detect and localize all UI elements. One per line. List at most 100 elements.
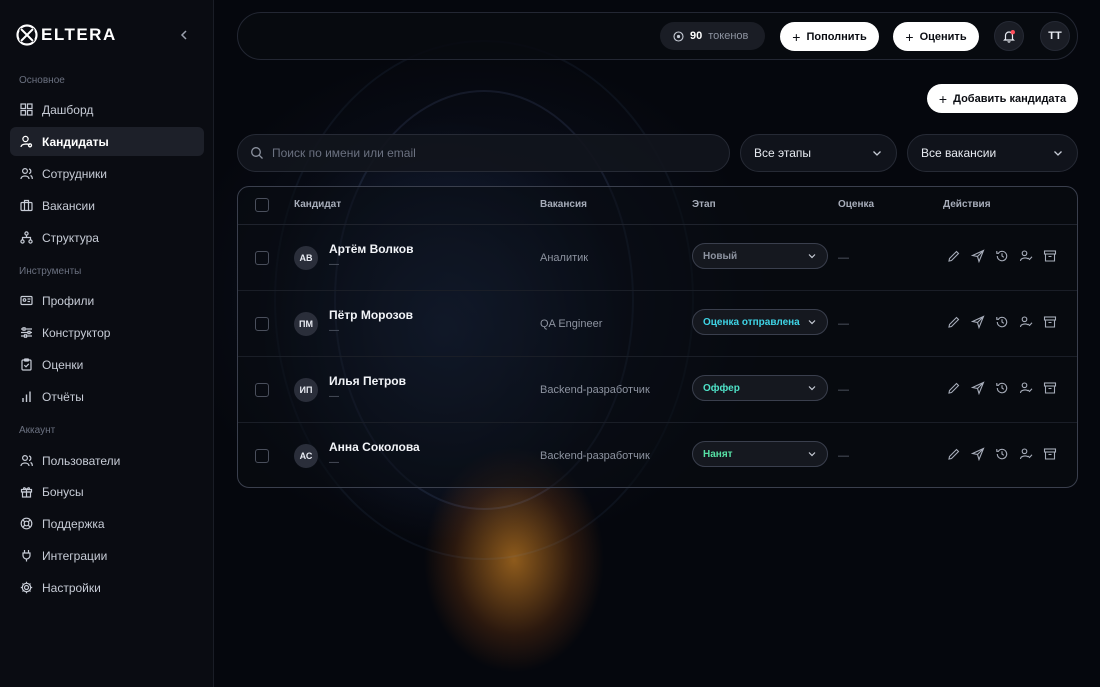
- avatar-initials: TT: [1048, 30, 1062, 42]
- sidebar-item-label: Настройки: [42, 580, 101, 595]
- stage-select[interactable]: Оффер: [692, 375, 828, 401]
- chevron-down-icon: [808, 386, 816, 391]
- sidebar-item-integrations[interactable]: Интеграции: [10, 541, 204, 570]
- stage-select[interactable]: Новый: [692, 243, 828, 269]
- history-button[interactable]: [995, 447, 1009, 461]
- send-button[interactable]: [971, 249, 985, 263]
- token-balance[interactable]: 90 токенов: [660, 22, 765, 50]
- search-input[interactable]: [272, 146, 692, 160]
- edit-button[interactable]: [947, 315, 961, 329]
- row-checkbox[interactable]: [255, 317, 269, 331]
- assign-button[interactable]: [1019, 249, 1033, 263]
- select-all-checkbox[interactable]: [255, 198, 269, 212]
- send-button[interactable]: [971, 447, 985, 461]
- sidebar-item-structure[interactable]: Структура: [10, 223, 204, 252]
- history-icon: [996, 448, 1008, 460]
- add-candidate-button[interactable]: + Добавить кандидата: [927, 84, 1078, 113]
- table-row[interactable]: АВ Артём Волков — Аналитик Новый —: [238, 225, 1077, 291]
- edit-button[interactable]: [947, 381, 961, 395]
- history-button[interactable]: [995, 381, 1009, 395]
- sidebar-item-label: Интеграции: [42, 548, 108, 563]
- evaluate-label: Оценить: [919, 30, 967, 43]
- assign-button[interactable]: [1019, 381, 1033, 395]
- vacancy-filter-select[interactable]: Все вакансии: [907, 134, 1078, 172]
- table-row[interactable]: ПМ Пётр Морозов — QA Engineer Оценка отп…: [238, 291, 1077, 357]
- stage-select[interactable]: Нанят: [692, 441, 828, 467]
- sidebar-item-constructor[interactable]: Конструктор: [10, 318, 204, 347]
- sidebar-item-label: Оценки: [42, 357, 84, 372]
- row-actions: [947, 249, 1057, 263]
- users-icon: [20, 454, 33, 467]
- column-header-vacancy[interactable]: Вакансия: [540, 199, 587, 210]
- logo-icon: [16, 24, 38, 46]
- section-title-main: Основное: [19, 75, 65, 86]
- row-checkbox[interactable]: [255, 449, 269, 463]
- vacancy-filter-value: Все вакансии: [921, 146, 997, 160]
- stage-label: Новый: [703, 250, 738, 262]
- archive-icon: [1043, 382, 1057, 394]
- sidebar-item-candidates[interactable]: Кандидаты: [10, 127, 204, 156]
- vacancy-name: QA Engineer: [540, 318, 603, 330]
- candidate-name[interactable]: Пётр Морозов: [329, 308, 413, 322]
- edit-button[interactable]: [947, 447, 961, 461]
- sliders-icon: [21, 327, 32, 338]
- candidate-name[interactable]: Илья Петров: [329, 374, 406, 388]
- grid-icon: [20, 103, 33, 116]
- bell-icon: [1003, 30, 1015, 43]
- sidebar-item-users[interactable]: Пользователи: [10, 446, 204, 475]
- sidebar-item-vacancies[interactable]: Вакансии: [10, 191, 204, 220]
- column-header-stage[interactable]: Этап: [692, 199, 716, 210]
- archive-button[interactable]: [1043, 381, 1057, 395]
- user-avatar-button[interactable]: TT: [1040, 21, 1070, 51]
- sidebar-item-dashboard[interactable]: Дашборд: [10, 95, 204, 124]
- briefcase-icon: [20, 199, 33, 212]
- table-row[interactable]: ИП Илья Петров — Backend-разработчик Офф…: [238, 357, 1077, 423]
- send-button[interactable]: [971, 381, 985, 395]
- sidebar-item-bonuses[interactable]: Бонусы: [10, 477, 204, 506]
- sidebar-item-employees[interactable]: Сотрудники: [10, 159, 204, 188]
- table-row[interactable]: АС Анна Соколова — Backend-разработчик Н…: [238, 423, 1077, 487]
- plus-icon: +: [792, 28, 801, 45]
- candidate-email: —: [329, 457, 339, 468]
- candidate-name[interactable]: Анна Соколова: [329, 440, 420, 454]
- send-button[interactable]: [971, 315, 985, 329]
- history-button[interactable]: [995, 315, 1009, 329]
- sidebar-item-assessments[interactable]: Оценки: [10, 350, 204, 379]
- sidebar-item-reports[interactable]: Отчёты: [10, 382, 204, 411]
- sidebar-item-label: Структура: [42, 230, 99, 245]
- stage-filter-select[interactable]: Все этапы: [740, 134, 897, 172]
- evaluate-button[interactable]: + Оценить: [893, 22, 979, 51]
- archive-icon: [1043, 250, 1057, 262]
- topup-button[interactable]: + Пополнить: [780, 22, 879, 51]
- stage-label: Нанят: [703, 448, 733, 460]
- row-checkbox[interactable]: [255, 383, 269, 397]
- column-header-score[interactable]: Оценка: [838, 199, 874, 210]
- assign-button[interactable]: [1019, 447, 1033, 461]
- row-checkbox[interactable]: [255, 251, 269, 265]
- column-header-candidate[interactable]: Кандидат: [294, 199, 341, 210]
- archive-button[interactable]: [1043, 447, 1057, 461]
- user-check-icon: [1019, 316, 1033, 328]
- row-actions: [947, 381, 1057, 395]
- archive-button[interactable]: [1043, 315, 1057, 329]
- collapse-sidebar-button[interactable]: [176, 28, 192, 44]
- sidebar-item-profiles[interactable]: Профили: [10, 286, 204, 315]
- vacancy-name: Backend-разработчик: [540, 384, 650, 396]
- notifications-button[interactable]: [994, 21, 1024, 51]
- sidebar-item-label: Кандидаты: [42, 134, 109, 149]
- assign-button[interactable]: [1019, 315, 1033, 329]
- stage-select[interactable]: Оценка отправлена: [692, 309, 828, 335]
- sidebar-item-label: Вакансии: [42, 198, 95, 213]
- candidate-email: —: [329, 259, 339, 270]
- sidebar-item-support[interactable]: Поддержка: [10, 509, 204, 538]
- plus-icon: +: [938, 90, 948, 107]
- coin-icon: [673, 30, 684, 42]
- candidate-name[interactable]: Артём Волков: [329, 242, 413, 256]
- sidebar-item-label: Дашборд: [42, 102, 94, 117]
- edit-button[interactable]: [947, 249, 961, 263]
- archive-button[interactable]: [1043, 249, 1057, 263]
- sidebar-item-settings[interactable]: Настройки: [10, 573, 204, 602]
- logo[interactable]: ELTERA: [16, 24, 117, 46]
- stage-label: Оценка отправлена: [703, 316, 800, 328]
- history-button[interactable]: [995, 249, 1009, 263]
